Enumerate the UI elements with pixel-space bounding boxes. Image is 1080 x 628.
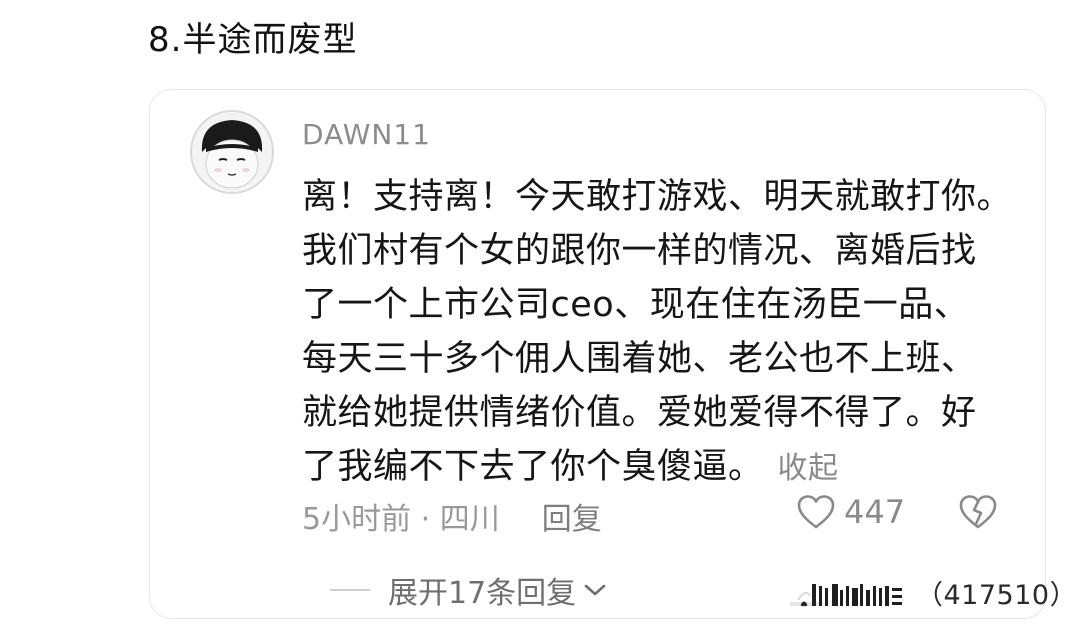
comment-text: 离！支持离！今天敢打游戏、明天就敢打你。 我们村有个女的跟你一样的情况、离婚后找… [302, 170, 1022, 496]
collapse-button[interactable]: 收起 [778, 451, 839, 486]
avatar[interactable] [190, 110, 274, 194]
comment-line: 了我编不下去了你个臭傻逼。 [302, 447, 764, 487]
comment-timestamp: 5小时前 · 四川 [302, 502, 500, 537]
expand-replies-label: 展开17条回复 [388, 576, 577, 611]
heart-outline-icon [797, 495, 835, 529]
comment-line: 了一个上市公司ceo、现在住在汤臣一品、 [302, 285, 970, 325]
reply-button[interactable]: 回复 [542, 494, 602, 538]
comment-last-line: 了我编不下去了你个臭傻逼。 收起 [302, 440, 1022, 496]
watermark: （417510） [782, 573, 1077, 612]
bars-logo-icon [790, 583, 902, 607]
comment-line: 我们村有个女的跟你一样的情况、离婚后找 [302, 231, 977, 271]
comment-line: 就给她提供情绪价值。爱她爱得不得了。好 [302, 393, 977, 433]
comment-username[interactable]: DAWN11 [302, 118, 431, 151]
like-count: 447 [844, 493, 906, 531]
comment-line: 每天三十多个佣人围着她、老公也不上班、 [302, 339, 977, 379]
comment-meta: 5小时前 · 四川 回复 [302, 494, 602, 538]
cartoon-avatar-icon [192, 112, 272, 192]
chevron-down-icon [584, 584, 606, 596]
broken-heart-icon [959, 495, 997, 529]
dislike-button[interactable] [958, 494, 998, 534]
watermark-id: （417510） [916, 580, 1078, 611]
comment-line: 离！支持离！今天敢打游戏、明天就敢打你。 [302, 177, 1013, 217]
like-button[interactable]: 447 [796, 493, 905, 531]
section-title: 8.半途而废型 [148, 20, 358, 60]
expand-replies-button[interactable]: 展开17条回复 [330, 568, 608, 612]
expand-divider [330, 589, 370, 591]
